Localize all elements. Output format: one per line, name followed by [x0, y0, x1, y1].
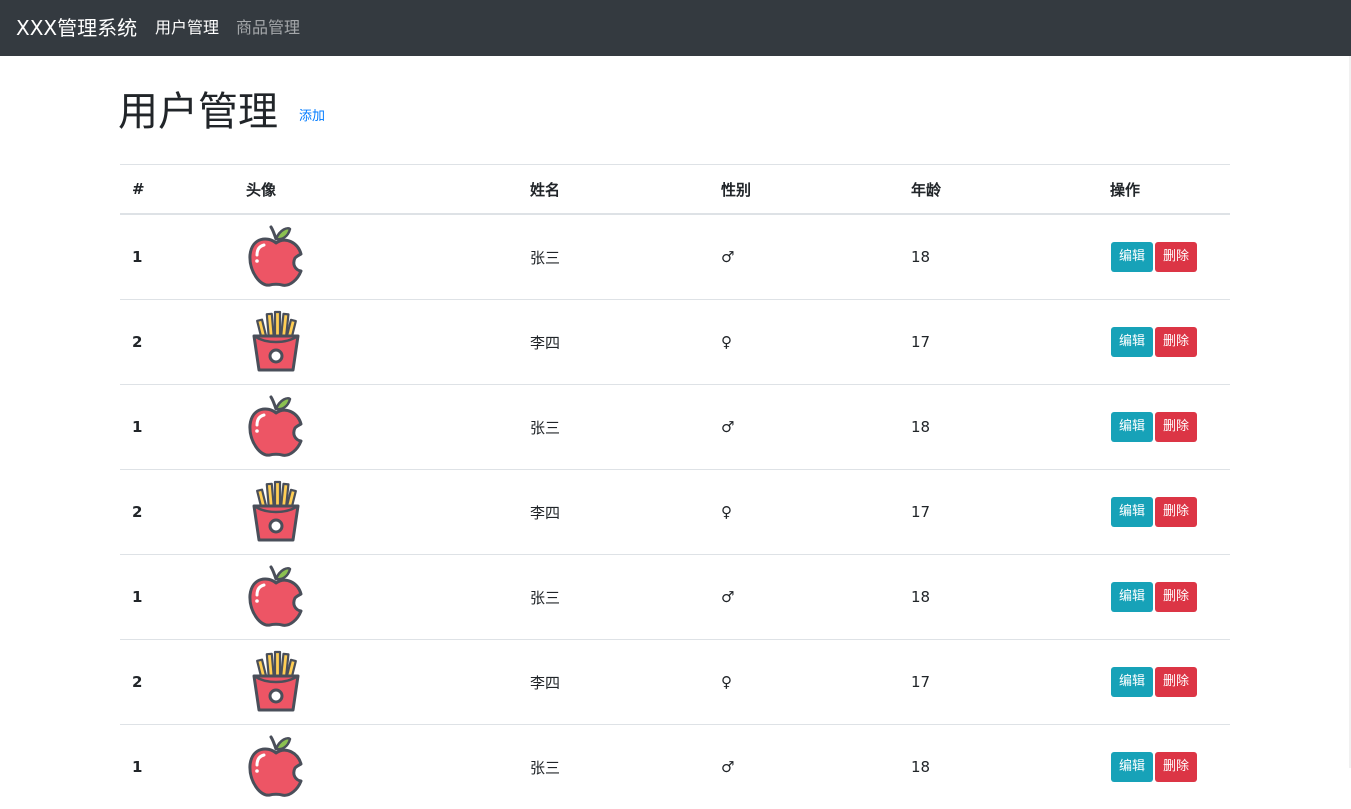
row-name: 张三	[518, 725, 709, 809]
row-gender: ♂	[709, 725, 899, 809]
row-index: 1	[120, 385, 234, 470]
edit-button[interactable]: 编辑	[1111, 497, 1153, 527]
column-header-age: 年龄	[899, 165, 1098, 215]
row-avatar-cell	[234, 470, 518, 555]
column-header-actions: 操作	[1098, 165, 1230, 215]
table-row: 1张三♂18编辑删除	[120, 725, 1230, 809]
table-row: 2李四♀17编辑删除	[120, 470, 1230, 555]
row-age: 17	[899, 470, 1098, 555]
delete-button[interactable]: 删除	[1155, 497, 1197, 527]
nav-link-users[interactable]: 用户管理	[155, 0, 219, 56]
row-age: 17	[899, 640, 1098, 725]
table-row: 1张三♂18编辑删除	[120, 214, 1230, 300]
row-name: 李四	[518, 300, 709, 385]
edit-button[interactable]: 编辑	[1111, 327, 1153, 357]
row-age: 18	[899, 385, 1098, 470]
apple-icon	[246, 395, 306, 459]
delete-button[interactable]: 删除	[1155, 582, 1197, 612]
row-index: 1	[120, 214, 234, 300]
page-title: 用户管理	[118, 84, 278, 140]
delete-button[interactable]: 删除	[1155, 752, 1197, 782]
delete-button[interactable]: 删除	[1155, 412, 1197, 442]
row-age: 18	[899, 555, 1098, 640]
apple-icon	[246, 565, 306, 629]
edit-button[interactable]: 编辑	[1111, 752, 1153, 782]
apple-icon	[246, 225, 306, 289]
row-avatar-cell	[234, 640, 518, 725]
table-row: 2李四♀17编辑删除	[120, 300, 1230, 385]
row-actions: 编辑删除	[1098, 385, 1230, 470]
column-header-index: #	[120, 165, 234, 215]
row-actions: 编辑删除	[1098, 300, 1230, 385]
row-gender: ♀	[709, 300, 899, 385]
delete-button[interactable]: 删除	[1155, 242, 1197, 272]
users-table-body: 1张三♂18编辑删除2李四♀17编辑删除1张三♂18编辑删除2李四♀17编辑删除…	[120, 214, 1230, 809]
row-actions: 编辑删除	[1098, 725, 1230, 809]
table-row: 1张三♂18编辑删除	[120, 555, 1230, 640]
row-actions: 编辑删除	[1098, 640, 1230, 725]
edit-button[interactable]: 编辑	[1111, 242, 1153, 272]
row-age: 18	[899, 214, 1098, 300]
row-gender: ♀	[709, 470, 899, 555]
row-name: 张三	[518, 214, 709, 300]
row-index: 1	[120, 725, 234, 809]
row-avatar-cell	[234, 214, 518, 300]
apple-icon	[246, 735, 306, 799]
row-gender: ♂	[709, 555, 899, 640]
row-gender: ♂	[709, 214, 899, 300]
column-header-avatar: 头像	[234, 165, 518, 215]
row-index: 2	[120, 640, 234, 725]
brand-title[interactable]: XXX管理系统	[16, 0, 137, 56]
delete-button[interactable]: 删除	[1155, 667, 1197, 697]
row-actions: 编辑删除	[1098, 470, 1230, 555]
edit-button[interactable]: 编辑	[1111, 667, 1153, 697]
row-actions: 编辑删除	[1098, 214, 1230, 300]
fries-icon	[246, 480, 306, 544]
row-name: 李四	[518, 640, 709, 725]
column-header-gender: 性别	[709, 165, 899, 215]
row-avatar-cell	[234, 555, 518, 640]
fries-icon	[246, 310, 306, 374]
delete-button[interactable]: 删除	[1155, 327, 1197, 357]
users-table: # 头像 姓名 性别 年龄 操作 1张三♂18编辑删除2李四♀17编辑删除1张三…	[120, 164, 1230, 809]
edit-button[interactable]: 编辑	[1111, 412, 1153, 442]
row-name: 张三	[518, 385, 709, 470]
row-gender: ♀	[709, 640, 899, 725]
row-index: 2	[120, 300, 234, 385]
table-row: 2李四♀17编辑删除	[120, 640, 1230, 725]
top-navbar: XXX管理系统 用户管理 商品管理	[0, 0, 1351, 56]
row-avatar-cell	[234, 725, 518, 809]
nav-link-products[interactable]: 商品管理	[236, 0, 300, 56]
row-name: 李四	[518, 470, 709, 555]
column-header-name: 姓名	[518, 165, 709, 215]
table-header-row: # 头像 姓名 性别 年龄 操作	[120, 165, 1230, 215]
fries-icon	[246, 650, 306, 714]
row-index: 1	[120, 555, 234, 640]
row-age: 18	[899, 725, 1098, 809]
row-actions: 编辑删除	[1098, 555, 1230, 640]
row-avatar-cell	[234, 300, 518, 385]
row-index: 2	[120, 470, 234, 555]
table-row: 1张三♂18编辑删除	[120, 385, 1230, 470]
edit-button[interactable]: 编辑	[1111, 582, 1153, 612]
add-user-link[interactable]: 添加	[299, 108, 325, 126]
row-name: 张三	[518, 555, 709, 640]
row-gender: ♂	[709, 385, 899, 470]
row-age: 17	[899, 300, 1098, 385]
row-avatar-cell	[234, 385, 518, 470]
